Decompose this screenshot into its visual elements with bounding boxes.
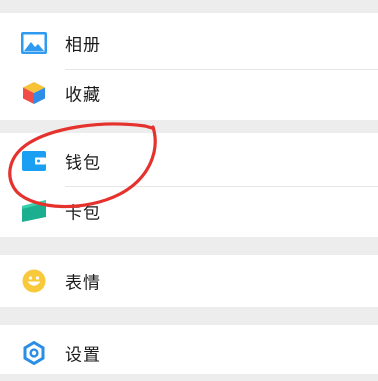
menu-group-4: 设置 [0, 325, 378, 374]
menu-item-settings[interactable]: 设置 [0, 325, 378, 381]
menu-group-3: 表情 [0, 255, 378, 307]
wallet-icon [21, 148, 47, 174]
menu-item-label: 收藏 [65, 85, 101, 106]
menu-item-label: 卡包 [65, 203, 101, 224]
menu-group-2: 钱包 卡包 [0, 133, 378, 237]
menu-item-stickers[interactable]: 表情 [0, 253, 378, 309]
menu-item-card-pack[interactable]: 卡包 [0, 183, 378, 239]
menu-item-label: 表情 [65, 273, 101, 294]
menu-item-label: 相册 [65, 35, 101, 56]
favorites-cube-icon [21, 80, 47, 106]
menu-item-label: 钱包 [65, 153, 101, 174]
menu-item-label: 设置 [65, 345, 101, 366]
menu-item-album[interactable]: 相册 [0, 15, 378, 71]
sticker-smiley-icon [21, 268, 47, 294]
menu-item-favorites[interactable]: 收藏 [0, 65, 378, 121]
settings-gear-icon [21, 340, 47, 366]
card-pack-icon [21, 198, 47, 224]
menu-group-1: 相册 收藏 [0, 13, 378, 120]
photo-album-icon [21, 30, 47, 56]
menu-item-wallet[interactable]: 钱包 [0, 133, 378, 189]
